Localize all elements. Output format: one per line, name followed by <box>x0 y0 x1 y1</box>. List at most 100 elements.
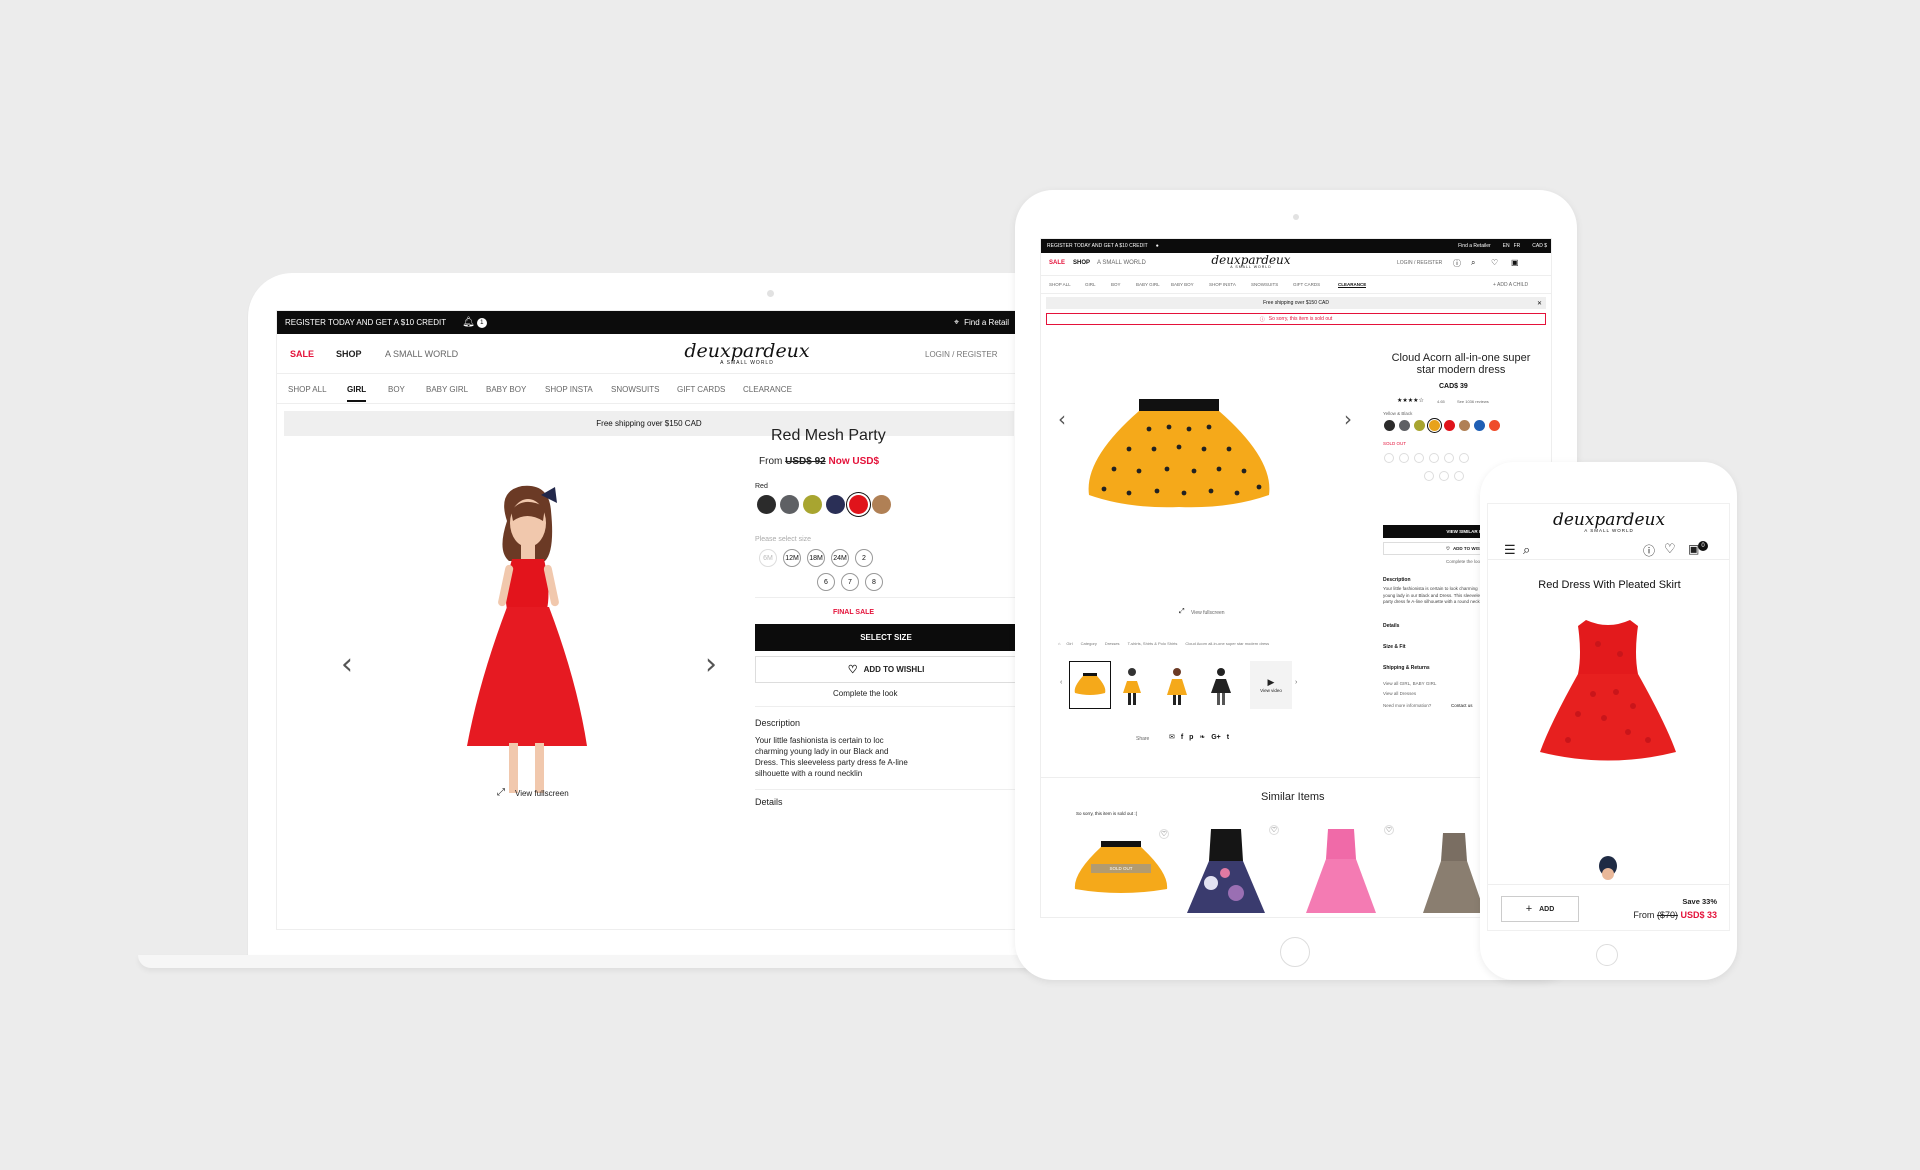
facebook-icon[interactable]: f <box>1181 734 1183 741</box>
color-swatch[interactable] <box>1444 420 1455 431</box>
color-swatch[interactable] <box>757 495 776 514</box>
register-link[interactable]: REGISTER <box>957 350 998 359</box>
wishlist-icon[interactable]: ♡ <box>1664 541 1676 557</box>
view-fullscreen-link[interactable]: View fullscreen <box>1191 610 1225 616</box>
color-swatch[interactable] <box>1474 420 1485 431</box>
similar-item-3[interactable]: ♡ <box>1296 823 1396 913</box>
video-thumbnail[interactable]: ▶ View video <box>1250 661 1292 709</box>
brand-logo[interactable]: deuxpardeux A SMALL WORLD <box>1544 512 1674 534</box>
add-child-link[interactable]: + ADD A CHILD <box>1493 282 1528 288</box>
nav-item[interactable]: CLEARANCE <box>1338 282 1367 288</box>
color-swatch[interactable] <box>780 495 799 514</box>
add-button[interactable]: + ADD <box>1501 896 1579 922</box>
nav-item-boy[interactable]: BOY <box>388 385 405 394</box>
nav-item[interactable]: SHOP ALL <box>1049 282 1071 287</box>
nav-item[interactable]: GIFT CARDS <box>1293 282 1320 287</box>
nav-item[interactable]: BABY BOY <box>1171 282 1194 287</box>
nav-sale[interactable]: SALE <box>290 349 314 359</box>
description-heading[interactable]: Description <box>755 718 800 728</box>
complete-look-link[interactable]: Complete the look <box>1446 559 1482 564</box>
prev-image-arrow[interactable]: ‹ <box>341 647 353 682</box>
nav-shop[interactable]: SHOP <box>1073 260 1090 266</box>
size-option[interactable]: 12M <box>783 549 801 567</box>
nav-item[interactable]: BABY GIRL <box>1136 282 1160 287</box>
size-option[interactable] <box>1454 471 1464 481</box>
tumblr-icon[interactable]: t <box>1227 734 1229 741</box>
next-image-arrow[interactable]: › <box>705 647 717 682</box>
cart-icon[interactable]: ▣ <box>1511 258 1519 267</box>
color-swatch[interactable] <box>803 495 822 514</box>
size-option[interactable]: 24M <box>831 549 849 567</box>
size-option[interactable]: 8 <box>865 573 883 591</box>
view-girl-link[interactable]: View all GIRL, BABY GIRL <box>1383 681 1436 686</box>
thumb-next-arrow[interactable]: › <box>1295 679 1297 686</box>
size-option[interactable]: 18M <box>807 549 825 567</box>
size-option[interactable]: 2 <box>855 549 873 567</box>
email-icon[interactable]: ✉ <box>1169 734 1175 741</box>
color-swatch[interactable] <box>1414 420 1425 431</box>
color-swatch[interactable] <box>1429 420 1440 431</box>
description-heading[interactable]: Description <box>1383 577 1411 583</box>
breadcrumb-item[interactable]: T-shirts, Shirts & Polo Shirts <box>1128 641 1178 646</box>
lang-en[interactable]: EN <box>1503 243 1510 249</box>
bell-icon[interactable]: 🔔︎ <box>462 317 475 328</box>
size-option[interactable] <box>1444 453 1454 463</box>
color-swatch[interactable] <box>1399 420 1410 431</box>
breadcrumb-item[interactable]: Girl <box>1066 641 1072 646</box>
login-link[interactable]: LOGIN <box>925 350 950 359</box>
promo-text[interactable]: REGISTER TODAY AND GET A $10 CREDIT <box>1047 243 1148 249</box>
size-option[interactable] <box>1384 453 1394 463</box>
twitter-icon[interactable]: ❧ <box>1199 734 1205 741</box>
size-option[interactable] <box>1424 471 1434 481</box>
nav-small-world[interactable]: A SMALL WORLD <box>385 349 458 359</box>
nav-item-snowsuits[interactable]: SNOWSUITS <box>611 385 659 394</box>
contact-link[interactable]: Contact us <box>1451 703 1473 708</box>
heart-icon[interactable]: ♡ <box>1159 829 1169 839</box>
bell-icon[interactable]: ● <box>1156 243 1159 249</box>
size-fit-heading[interactable]: Size & Fit <box>1383 644 1406 650</box>
heart-icon[interactable]: ♡ <box>1269 825 1279 835</box>
color-swatch[interactable] <box>872 495 891 514</box>
nav-item-girl[interactable]: GIRL <box>347 385 367 402</box>
size-option[interactable] <box>1414 453 1424 463</box>
home-icon[interactable]: ⌂ <box>1058 641 1060 646</box>
nav-item-baby-girl[interactable]: BABY GIRL <box>426 385 468 394</box>
thumbnail-4[interactable] <box>1209 667 1233 707</box>
color-swatch[interactable] <box>1489 420 1500 431</box>
breadcrumb-item[interactable]: Cloud Acorn all-in-one super star modern… <box>1185 641 1269 646</box>
brand-logo[interactable]: deuxpardeux A SMALL WORLD <box>1206 254 1296 270</box>
reviews-link[interactable]: See 1036 reviews <box>1457 399 1489 404</box>
search-icon[interactable]: ⌕ <box>1471 258 1475 268</box>
find-retailer-link[interactable]: Find a Retailer <box>1458 243 1491 249</box>
heart-icon[interactable]: ♡ <box>1384 825 1394 835</box>
nav-item-gift-cards[interactable]: GIFT CARDS <box>677 385 725 394</box>
add-to-wishlist-button[interactable]: ♡ ADD TO WISHLI <box>755 656 1015 683</box>
size-option[interactable] <box>1459 453 1469 463</box>
help-icon[interactable]: ⓘ <box>1453 258 1461 269</box>
view-dresses-link[interactable]: View all Dresses <box>1383 691 1416 696</box>
next-image-arrow[interactable]: › <box>1344 407 1352 431</box>
color-swatch[interactable] <box>1384 420 1395 431</box>
details-heading[interactable]: Details <box>1383 623 1399 629</box>
nav-item-shop-insta[interactable]: SHOP INSTA <box>545 385 593 394</box>
prev-image-arrow[interactable]: ‹ <box>1058 407 1066 431</box>
menu-icon[interactable]: ☰ <box>1504 542 1516 558</box>
details-heading[interactable]: Details <box>755 797 783 807</box>
login-register[interactable]: LOGIN / REGISTER <box>1397 260 1442 266</box>
brand-logo[interactable]: deuxpardeux A SMALL WORLD <box>677 342 817 366</box>
expand-icon[interactable]: ⤢ <box>1179 608 1185 616</box>
nav-item[interactable]: GIRL <box>1085 282 1096 287</box>
nav-item-clearance[interactable]: CLEARANCE <box>743 385 792 394</box>
similar-item-2[interactable]: ♡ <box>1181 823 1281 913</box>
thumb-prev-arrow[interactable]: ‹ <box>1060 679 1062 686</box>
size-option[interactable] <box>1429 453 1439 463</box>
nav-item[interactable]: BOY <box>1111 282 1121 287</box>
promo-text[interactable]: REGISTER TODAY AND GET A $10 CREDIT <box>285 318 446 327</box>
currency-selector[interactable]: CAD $ <box>1532 243 1547 249</box>
lang-fr[interactable]: FR <box>1514 243 1521 249</box>
nav-item-shop-all[interactable]: SHOP ALL <box>288 385 327 394</box>
nav-item-baby-boy[interactable]: BABY BOY <box>486 385 526 394</box>
size-option[interactable]: 6 <box>817 573 835 591</box>
size-option[interactable]: 6M <box>759 549 777 567</box>
select-size-button[interactable]: SELECT SIZE <box>755 624 1015 651</box>
